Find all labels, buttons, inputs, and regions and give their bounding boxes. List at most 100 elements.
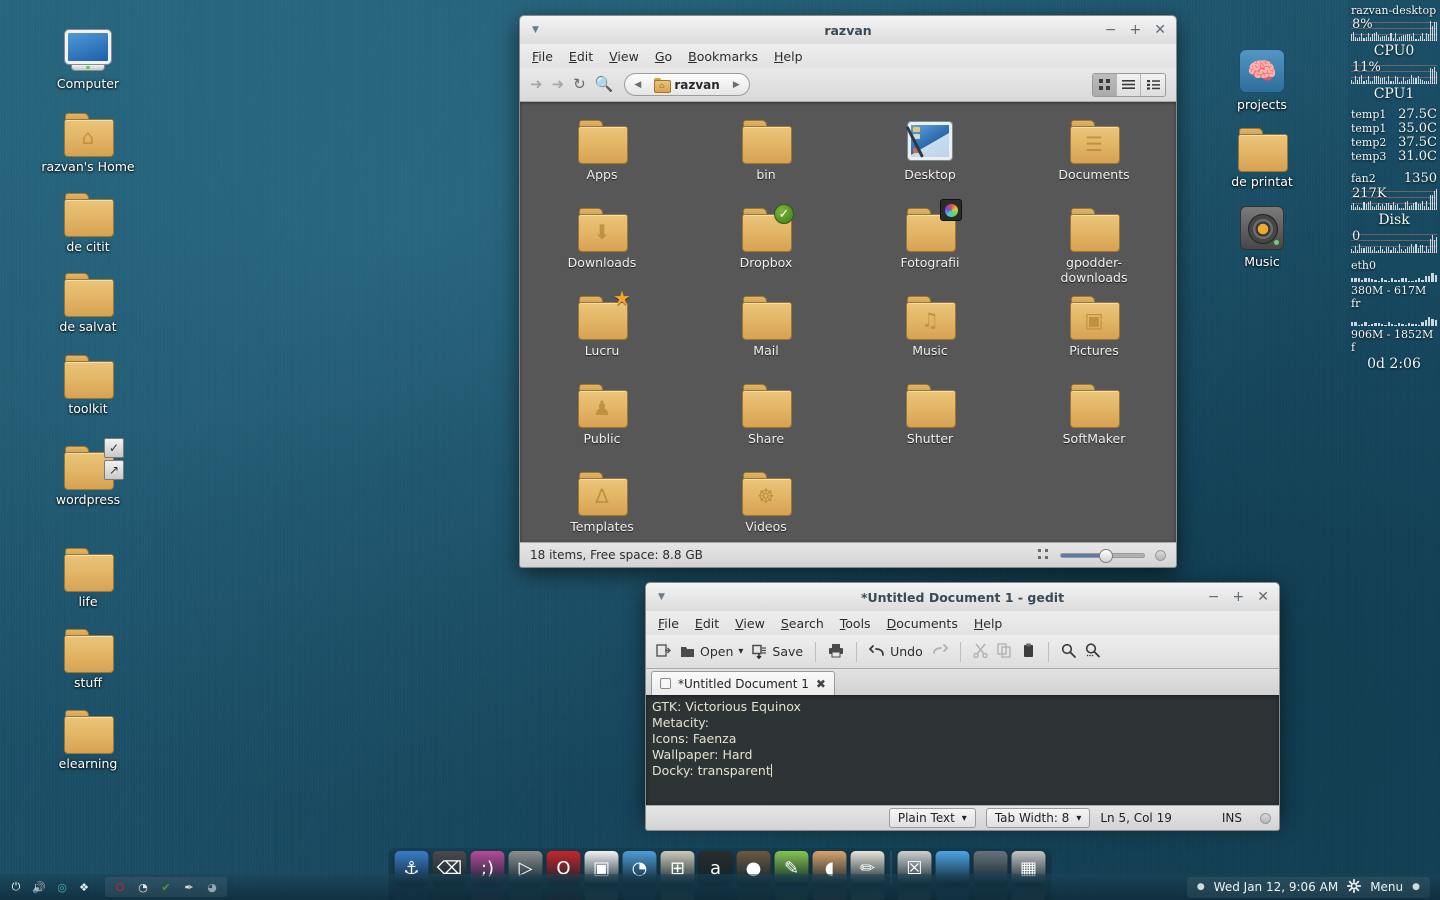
- grid-view-icon[interactable]: [1093, 73, 1117, 96]
- gedit-statusbar[interactable]: Plain Text ▾ Tab Width: 8 ▾ Ln 5, Col 19…: [645, 805, 1280, 831]
- volume-icon[interactable]: 🔊: [31, 879, 47, 895]
- window-menu-icon[interactable]: ▼: [532, 25, 539, 35]
- view-mode-buttons[interactable]: [1092, 72, 1166, 97]
- file-manager-toolbar[interactable]: ➜ ➜ ↻ 🔍 ◀ ⌂ razvan ▶: [519, 68, 1177, 102]
- menu-button[interactable]: Menu: [1370, 880, 1403, 894]
- file-item[interactable]: ∆ Templates: [542, 464, 662, 552]
- open-button[interactable]: Open ▾: [680, 644, 743, 659]
- desktop-icon-stuff[interactable]: stuff: [33, 611, 143, 690]
- panel-indicators-left[interactable]: ◎ ❖: [54, 879, 92, 895]
- print-icon[interactable]: [828, 643, 844, 661]
- menu-item-view[interactable]: View: [601, 46, 647, 67]
- file-item[interactable]: Mail: [706, 288, 826, 376]
- file-item[interactable]: Share: [706, 376, 826, 464]
- gedit-window[interactable]: ▼ *Untitled Document 1 - gedit − + ✕ Fil…: [645, 582, 1280, 831]
- desktop-icon-razvan-s-home[interactable]: ⌂ razvan's Home: [33, 95, 143, 174]
- search-replace-icon[interactable]: [1085, 642, 1100, 661]
- list-view-icon[interactable]: [1117, 73, 1141, 96]
- file-manager-window-buttons[interactable]: − + ✕: [1105, 23, 1166, 37]
- open-dropdown-icon[interactable]: ▾: [738, 646, 743, 657]
- file-item[interactable]: Shutter: [870, 376, 990, 464]
- file-manager-icon-view[interactable]: Apps bin Desktop ☰ Documents ⬇ Downloads ✓ …: [519, 102, 1177, 542]
- maximize-button[interactable]: +: [1130, 23, 1142, 37]
- file-item[interactable]: ▣ Pictures: [1034, 288, 1154, 376]
- file-item[interactable]: bin: [706, 112, 826, 200]
- menu-item-help[interactable]: Help: [966, 613, 1011, 634]
- undo-button[interactable]: Undo: [869, 644, 923, 659]
- scissors-icon[interactable]: [973, 643, 988, 661]
- desktop-icon-projects[interactable]: 🧠 projects: [1207, 33, 1317, 112]
- copy-icon[interactable]: [997, 642, 1012, 661]
- back-arrow-icon[interactable]: ➜: [530, 77, 543, 92]
- indicator-sync-icon[interactable]: ◎: [54, 879, 70, 895]
- file-item[interactable]: Desktop: [870, 112, 990, 200]
- clock[interactable]: Wed Jan 12, 9:06 AM: [1214, 880, 1339, 894]
- zoom-slider-knob[interactable]: [1099, 548, 1114, 563]
- chevron-down-icon[interactable]: ▾: [1076, 813, 1081, 824]
- desktop-icon-de-printat[interactable]: de printat: [1207, 110, 1317, 189]
- panel-right[interactable]: ● Wed Jan 12, 9:06 AM Menu ●: [1186, 876, 1430, 898]
- search-icon[interactable]: [1061, 643, 1076, 661]
- menu-item-search[interactable]: Search: [773, 613, 832, 634]
- minimize-button[interactable]: −: [1105, 23, 1117, 37]
- desktop-icon-computer[interactable]: Computer: [33, 12, 143, 91]
- chevron-down-icon[interactable]: ▾: [962, 813, 967, 824]
- desktop-icon-music[interactable]: Music: [1207, 190, 1317, 269]
- new-document-icon[interactable]: [656, 643, 671, 661]
- bottom-panel[interactable]: ⏻ 🔊 ◎ ❖ O ◔ ✔ ✒ ◕ ● Wed Jan 12, 9:06 AM Menu …: [0, 874, 1440, 900]
- menu-item-file[interactable]: File: [524, 46, 561, 67]
- file-item[interactable]: ☸ Videos: [706, 464, 826, 552]
- path-right-arrow-icon[interactable]: ▶: [727, 80, 746, 90]
- power-icon[interactable]: ⏻: [8, 879, 24, 895]
- radio-tray-icon[interactable]: ◔: [135, 879, 151, 895]
- desktop-icon-de-salvat[interactable]: de salvat: [33, 255, 143, 334]
- menu-item-help[interactable]: Help: [766, 46, 811, 67]
- desktop-icon-life[interactable]: life: [33, 530, 143, 609]
- gedit-toolbar[interactable]: Open ▾ Save Undo: [645, 635, 1280, 669]
- breadcrumb-razvan[interactable]: ⌂ razvan: [647, 77, 726, 93]
- file-item[interactable]: SoftMaker: [1034, 376, 1154, 464]
- desktop-icon-elearning[interactable]: elearning: [33, 692, 143, 771]
- gedit-text-area[interactable]: GTK: Victorious Equinox Metacity: Icons: F…: [645, 695, 1280, 805]
- tab-untitled-document-1[interactable]: *Untitled Document 1 ✖: [651, 671, 835, 695]
- file-item[interactable]: gpodder-downloads: [1034, 200, 1154, 288]
- compact-view-icon[interactable]: [1141, 73, 1165, 96]
- pathbar[interactable]: ◀ ⌂ razvan ▶: [624, 73, 750, 96]
- panel-left[interactable]: ⏻ 🔊 ◎ ❖ O ◔ ✔ ✒ ◕: [8, 877, 227, 897]
- file-item[interactable]: ♟ Public: [542, 376, 662, 464]
- menu-item-go[interactable]: Go: [647, 46, 680, 67]
- menu-item-edit[interactable]: Edit: [687, 613, 727, 634]
- resize-grip[interactable]: [1155, 549, 1166, 561]
- file-item[interactable]: ✓ Dropbox: [706, 200, 826, 288]
- desktop-icon-toolkit[interactable]: toolkit: [33, 337, 143, 416]
- reload-icon[interactable]: ↻: [573, 77, 586, 92]
- menu-item-view[interactable]: View: [727, 613, 773, 634]
- menu-item-tools[interactable]: Tools: [832, 613, 879, 634]
- save-button[interactable]: Save: [752, 644, 803, 659]
- path-left-arrow-icon[interactable]: ◀: [628, 80, 647, 90]
- gear-icon[interactable]: [1347, 878, 1362, 896]
- menu-item-bookmarks[interactable]: Bookmarks: [680, 46, 766, 67]
- close-button[interactable]: ✕: [1154, 23, 1166, 37]
- maximize-button[interactable]: +: [1233, 590, 1245, 604]
- forward-arrow-icon[interactable]: ➜: [552, 77, 565, 92]
- tab-width-selector[interactable]: Tab Width: 8 ▾: [985, 808, 1091, 828]
- desktop-icon-de-citit[interactable]: de citit: [33, 175, 143, 254]
- zoom-slider[interactable]: [1060, 548, 1145, 563]
- dropbox-tray-icon[interactable]: ❖: [76, 879, 92, 895]
- gedit-window-buttons[interactable]: − + ✕: [1208, 590, 1269, 604]
- clipboard-icon[interactable]: [1021, 643, 1036, 661]
- resize-grip[interactable]: [1260, 812, 1271, 824]
- opera-tray-icon[interactable]: O: [112, 879, 128, 895]
- file-item[interactable]: Fotografii: [870, 199, 990, 288]
- close-button[interactable]: ✕: [1257, 590, 1269, 604]
- window-menu-icon[interactable]: ▼: [658, 592, 665, 602]
- menu-item-edit[interactable]: Edit: [561, 46, 601, 67]
- file-item[interactable]: ⬇ Downloads: [542, 200, 662, 288]
- file-item[interactable]: ★ Lucru: [542, 286, 662, 376]
- system-tray[interactable]: O ◔ ✔ ✒ ◕: [105, 877, 227, 897]
- shield-tray-icon[interactable]: ✔: [158, 879, 174, 895]
- minimize-button[interactable]: −: [1208, 590, 1220, 604]
- language-selector[interactable]: Plain Text ▾: [888, 808, 976, 828]
- menu-item-file[interactable]: File: [650, 613, 687, 634]
